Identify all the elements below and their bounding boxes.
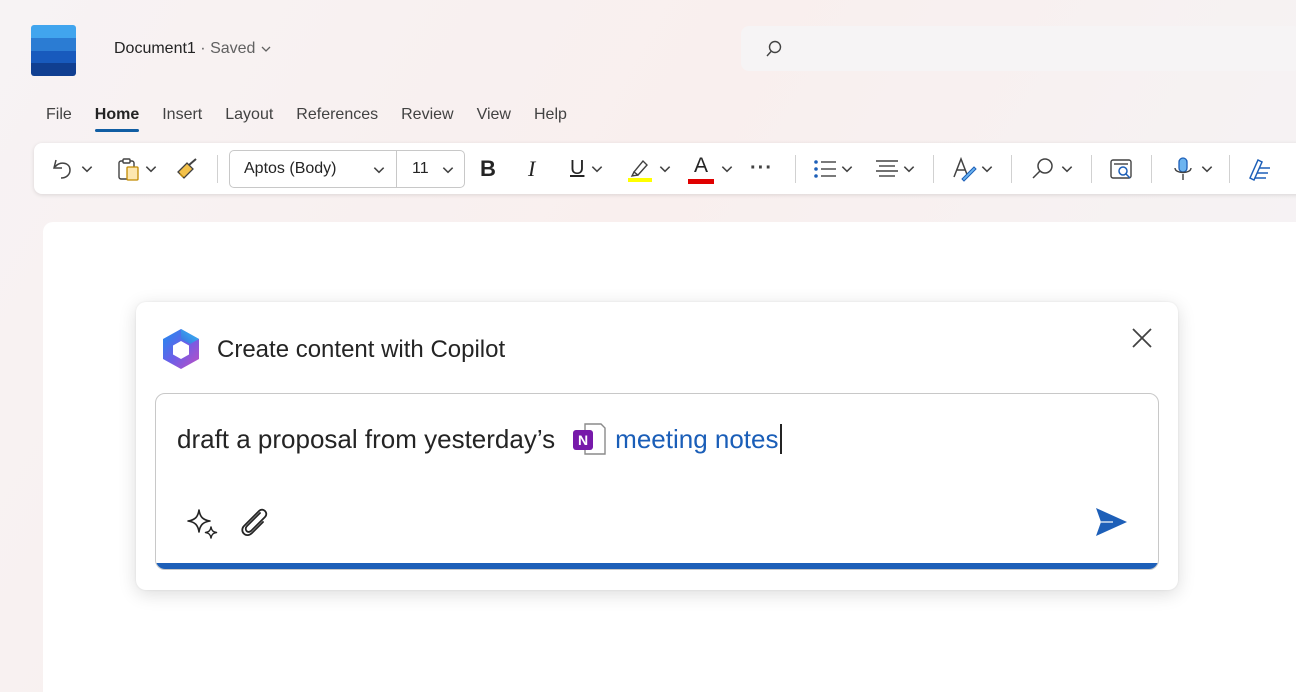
copilot-prompt-input[interactable]: draft a proposal from yesterday’s N meet… [155, 393, 1159, 570]
reader-view-button[interactable] [1108, 143, 1134, 194]
chevron-down-icon [903, 165, 915, 172]
tab-layout[interactable]: Layout [225, 106, 273, 130]
microphone-icon [1174, 156, 1192, 180]
font-selector-group: Aptos (Body) 11 [229, 150, 465, 188]
styles-icon [953, 156, 977, 182]
toolbar-divider [795, 155, 796, 183]
onenote-letter: N [578, 432, 588, 448]
toolbar-divider [1011, 155, 1012, 183]
prompt-text-line: draft a proposal from yesterday’s N meet… [177, 422, 783, 456]
italic-button[interactable]: I [528, 143, 535, 194]
paste-button[interactable] [116, 143, 158, 194]
font-color-swatch [688, 178, 714, 184]
save-status: Saved [210, 40, 256, 57]
highlighter-icon [628, 159, 652, 182]
tab-home[interactable]: Home [94, 106, 140, 132]
attach-paperclip-icon[interactable] [236, 504, 272, 540]
document-preview-icon [1110, 158, 1132, 179]
title-separator: · [200, 40, 206, 57]
bullets-button[interactable] [812, 143, 854, 194]
word-app-icon[interactable] [31, 25, 76, 76]
bulleted-list-icon [814, 159, 836, 178]
text-cursor [780, 424, 783, 454]
chevron-down-icon[interactable] [441, 163, 455, 177]
chevron-down-icon [659, 165, 671, 172]
toolbar-divider [933, 155, 934, 183]
chevron-down-icon [81, 165, 93, 172]
chevron-down-icon [981, 165, 993, 172]
editor-button[interactable] [1246, 143, 1272, 194]
toolbar-divider [1229, 155, 1230, 183]
file-mention-link[interactable]: meeting notes [615, 424, 778, 455]
search-input[interactable] [741, 26, 1296, 71]
chevron-down-icon [1201, 165, 1213, 172]
font-box-divider [396, 151, 397, 187]
font-size-select[interactable]: 11 [412, 160, 429, 178]
format-painter-icon [177, 157, 197, 179]
search-icon [1032, 157, 1053, 179]
close-icon[interactable] [1130, 326, 1154, 350]
more-options-button[interactable]: ··· [750, 143, 773, 194]
undo-icon [53, 159, 71, 179]
chevron-down-icon[interactable] [372, 163, 386, 177]
ribbon-tabs: File Home Insert Layout References Revie… [46, 106, 590, 132]
toolbar-divider [217, 155, 218, 183]
format-painter-button[interactable] [174, 143, 200, 194]
bold-button[interactable]: B [480, 143, 496, 194]
search-icon [766, 40, 782, 57]
chevron-down-icon [1061, 165, 1073, 172]
onenote-file-icon: N [573, 423, 606, 455]
chevron-down-icon [592, 165, 603, 172]
chevron-down-icon [145, 165, 157, 172]
sparkle-prompts-icon[interactable] [186, 507, 220, 541]
align-center-icon [876, 159, 898, 177]
undo-button[interactable] [50, 143, 94, 194]
tab-file[interactable]: File [46, 106, 72, 130]
chevron-down-icon [261, 46, 271, 52]
document-name: Document1 [114, 40, 196, 57]
dictate-button[interactable] [1170, 143, 1214, 194]
chevron-down-icon [841, 165, 853, 172]
font-color-label: A [693, 153, 708, 177]
toolbar-divider [1091, 155, 1092, 183]
chevron-down-icon [721, 165, 733, 172]
font-name-select[interactable]: Aptos (Body) [244, 160, 336, 178]
highlight-button[interactable] [626, 143, 672, 194]
underline-label: U [570, 157, 585, 179]
font-color-button[interactable]: A [688, 143, 734, 194]
ribbon-toolbar: Aptos (Body) 11 B I U A ··· [34, 143, 1296, 194]
title-bar: Document1 · Saved [0, 0, 1296, 96]
tab-insert[interactable]: Insert [162, 106, 202, 130]
styles-button[interactable] [950, 143, 994, 194]
prompt-text: draft a proposal from yesterday’s [177, 423, 556, 454]
editor-pen-icon [1249, 158, 1270, 181]
find-button[interactable] [1030, 143, 1074, 194]
tab-review[interactable]: Review [401, 106, 453, 130]
tab-references[interactable]: References [296, 106, 378, 130]
copilot-logo-icon [163, 329, 199, 369]
document-title[interactable]: Document1 · Saved [114, 40, 272, 58]
copilot-title: Create content with Copilot [217, 336, 506, 363]
tab-view[interactable]: View [477, 106, 511, 130]
underline-button[interactable]: U [570, 143, 604, 194]
copilot-dialog: Create content with Copilot draft a prop… [136, 302, 1178, 590]
font-color-icon: A [688, 154, 714, 184]
tab-help[interactable]: Help [534, 106, 567, 130]
send-icon[interactable] [1093, 504, 1129, 540]
toolbar-divider [1151, 155, 1152, 183]
align-button[interactable] [874, 143, 916, 194]
clipboard-icon [118, 157, 139, 181]
